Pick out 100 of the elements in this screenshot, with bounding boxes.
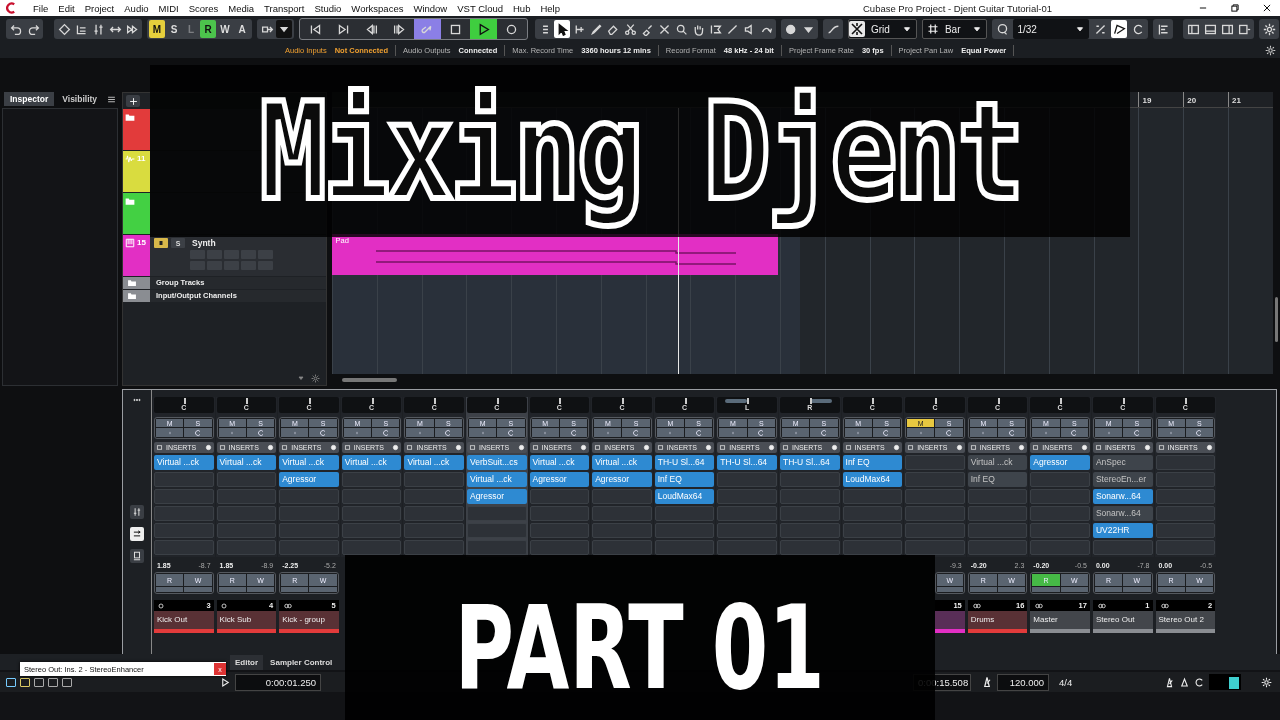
- channel-name[interactable]: Stereo Out 2: [1158, 615, 1204, 624]
- edit-button[interactable]: [1185, 428, 1214, 437]
- listen-button[interactable]: [1094, 428, 1123, 437]
- insert-slot[interactable]: Virtual ...ck: [341, 455, 402, 470]
- menu-item[interactable]: Window: [408, 2, 453, 14]
- edit-button[interactable]: [685, 428, 713, 437]
- listen-button[interactable]: [468, 428, 497, 437]
- lower-zone-tab[interactable]: Sampler Control: [265, 654, 338, 670]
- channel-name[interactable]: Kick Out: [157, 615, 188, 624]
- listen-button[interactable]: [594, 428, 622, 437]
- insert-slot[interactable]: Inf EQ: [842, 455, 903, 470]
- insert-slot[interactable]: Virtual ...ck: [466, 472, 527, 487]
- quantize-mode-button[interactable]: [1111, 20, 1128, 38]
- menu-item[interactable]: Scores: [183, 2, 224, 14]
- channel-name[interactable]: Kick - group: [282, 615, 325, 624]
- zone-tab[interactable]: Inspector: [4, 92, 55, 106]
- insert-slot[interactable]: Virtual ...ck: [216, 455, 277, 470]
- insert-slot[interactable]: Sonarw...64: [1092, 506, 1153, 521]
- scrollbar-thumb[interactable]: [1274, 297, 1278, 342]
- insert-slot[interactable]: Virtual ...ck: [967, 455, 1028, 470]
- faders-button[interactable]: [130, 505, 144, 519]
- menu-item[interactable]: Hub: [508, 2, 536, 14]
- routing-button[interactable]: [130, 527, 144, 541]
- insert-slot[interactable]: Virtual ...ck: [592, 455, 652, 470]
- insert-slot[interactable]: TH-U Sl...64: [717, 455, 777, 470]
- listen-button[interactable]: [781, 428, 810, 437]
- insert-slot[interactable]: LoudMax64: [654, 489, 715, 504]
- insert-slot[interactable]: Agressor: [592, 472, 652, 487]
- insert-slot[interactable]: Virtual ...ck: [154, 455, 214, 470]
- menu-item[interactable]: Help: [535, 2, 565, 14]
- scrollbar-thumb[interactable]: [342, 378, 398, 382]
- preroll-icon[interactable]: [62, 677, 72, 687]
- time-signature[interactable]: 4/4: [1053, 676, 1079, 688]
- select-tool-button[interactable]: [554, 20, 570, 38]
- more-icon[interactable]: [131, 396, 143, 404]
- play-button[interactable]: [470, 19, 497, 39]
- tempo-field[interactable]: 120.000: [997, 673, 1049, 691]
- tempo-icon[interactable]: [981, 676, 993, 688]
- edit-button[interactable]: [1060, 428, 1088, 437]
- restore-icon[interactable]: [1230, 3, 1240, 13]
- edit-button[interactable]: [372, 428, 400, 437]
- left-locator-icon[interactable]: [220, 676, 231, 688]
- channel-name[interactable]: Stereo Out: [1095, 615, 1135, 624]
- insert-slot[interactable]: Agressor: [529, 472, 590, 487]
- insert-slot[interactable]: Agressor: [279, 472, 339, 487]
- metronome-icon[interactable]: [1164, 676, 1175, 688]
- menu-item[interactable]: Media: [223, 2, 260, 14]
- automation-mode-button[interactable]: M: [149, 20, 165, 38]
- insert-slot[interactable]: Inf EQ: [967, 472, 1028, 487]
- power-icon[interactable]: [6, 677, 16, 687]
- listen-button[interactable]: [907, 428, 935, 437]
- caret-dropdown[interactable]: [276, 20, 292, 38]
- edit-button[interactable]: [747, 428, 775, 437]
- caret-icon[interactable]: [297, 374, 306, 382]
- punch-icon[interactable]: [48, 677, 58, 687]
- edit-icon[interactable]: [1194, 676, 1205, 688]
- menu-item[interactable]: MIDI: [153, 2, 184, 14]
- edit-button[interactable]: [872, 428, 901, 437]
- menu-item[interactable]: VST Cloud: [452, 2, 508, 14]
- listen-button[interactable]: [281, 428, 309, 437]
- channel-name[interactable]: Drums: [970, 615, 995, 624]
- edit-button[interactable]: [998, 428, 1026, 437]
- snap-type-dropdown[interactable]: Grid: [848, 19, 917, 39]
- edit-button[interactable]: [434, 428, 462, 437]
- app-logo-icon[interactable]: [6, 2, 18, 14]
- automation-mode-button[interactable]: S: [166, 20, 182, 38]
- menu-item[interactable]: Project: [79, 2, 120, 14]
- add-track-button[interactable]: [126, 95, 140, 107]
- track-name[interactable]: Synth: [192, 238, 216, 248]
- lock-icon[interactable]: [20, 677, 30, 687]
- menu-item[interactable]: Workspaces: [346, 2, 409, 14]
- channel-name[interactable]: Kick Sub: [219, 615, 252, 624]
- menu-icon[interactable]: [107, 94, 117, 104]
- insert-slot[interactable]: Sonarw...64: [1092, 489, 1153, 504]
- automation-mode-button[interactable]: R: [200, 20, 216, 38]
- insert-slot[interactable]: StereoEn...er: [1092, 472, 1153, 487]
- edit-button[interactable]: [559, 428, 588, 437]
- insert-slot[interactable]: TH-U Sl...64: [654, 455, 715, 470]
- lower-zone-tab[interactable]: Editor: [230, 654, 264, 670]
- menu-item[interactable]: Edit: [53, 2, 80, 14]
- menu-item[interactable]: Studio: [309, 2, 347, 14]
- settings-icon[interactable]: [1265, 44, 1276, 56]
- insert-slot[interactable]: TH-U Sl...64: [779, 455, 840, 470]
- click-icon[interactable]: [1179, 676, 1190, 688]
- automation-mode-button[interactable]: W: [217, 20, 233, 38]
- meter-button[interactable]: [130, 549, 144, 563]
- insert-slot[interactable]: AnSpec: [1092, 455, 1153, 470]
- insert-slot[interactable]: Agressor: [466, 489, 527, 504]
- mute-button[interactable]: [154, 238, 168, 248]
- insert-slot[interactable]: Virtual ...ck: [404, 455, 464, 470]
- time-display[interactable]: 0:00:01.250: [235, 673, 321, 691]
- channel-name[interactable]: Master: [1033, 615, 1058, 624]
- insert-slot[interactable]: Virtual ...ck: [529, 455, 590, 470]
- insert-slot[interactable]: UV22HR: [1092, 523, 1153, 538]
- menu-item[interactable]: Audio: [119, 2, 154, 14]
- listen-button[interactable]: [156, 428, 184, 437]
- record-mode-icon[interactable]: [34, 677, 44, 687]
- edit-button[interactable]: [246, 428, 275, 437]
- menu-item[interactable]: File: [28, 2, 54, 14]
- insert-slot[interactable]: VerbSuit...cs: [466, 455, 527, 470]
